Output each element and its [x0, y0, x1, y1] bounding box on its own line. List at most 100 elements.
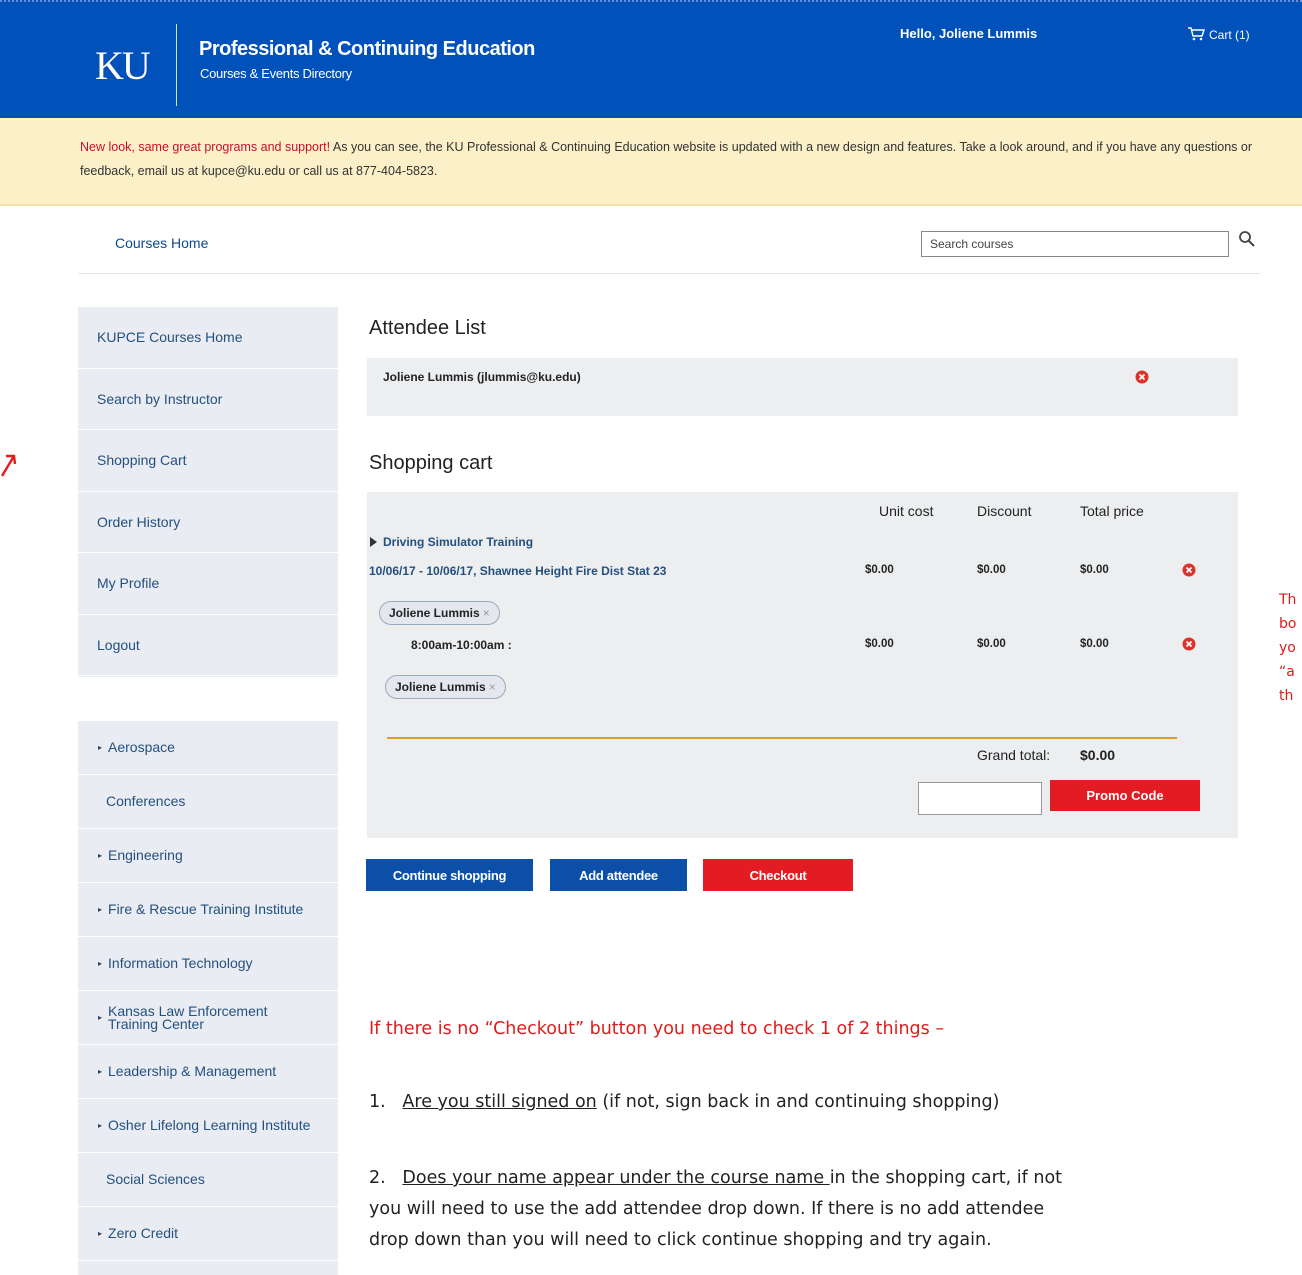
- item-underlined-text: Does your name appear under the course n…: [402, 1168, 830, 1188]
- announcement-banner: New look, same great programs and suppor…: [0, 118, 1302, 206]
- user-greeting[interactable]: Hello, Joliene Lummis: [900, 26, 1037, 41]
- course-unit-cost: $0.00: [865, 564, 894, 576]
- course-title-link[interactable]: Driving Simulator Training: [370, 535, 534, 549]
- instruction-intro: If there is no “Checkout” button you nee…: [369, 1019, 945, 1039]
- shopping-cart-panel: Unit cost Discount Total price Driving S…: [367, 492, 1238, 838]
- category-label: Social Sciences: [106, 1171, 205, 1187]
- category-conferences[interactable]: Conferences: [78, 775, 338, 829]
- side-note-line: yo: [1279, 640, 1296, 656]
- side-note-line: th: [1279, 688, 1294, 704]
- instruction-item-1: 1. Are you still signed on (if not, sign…: [369, 1092, 999, 1112]
- category-label: Aerospace: [108, 739, 175, 755]
- sidebar-item-order-history[interactable]: Order History: [78, 492, 338, 553]
- sidebar-item-courses-home[interactable]: KUPCE Courses Home: [78, 307, 338, 369]
- attendee-tag-label: Joliene Lummis: [395, 680, 486, 694]
- session-time: 8:00am-10:00am :: [411, 638, 512, 652]
- grand-total-label: Grand total:: [977, 747, 1051, 763]
- attendee-list-heading: Attendee List: [369, 317, 486, 339]
- discount-header: Discount: [977, 503, 1032, 519]
- expand-arrow-icon: ▸: [98, 1067, 103, 1076]
- sidebar-item-logout[interactable]: Logout: [78, 615, 338, 676]
- ku-logo[interactable]: KU: [95, 42, 151, 89]
- category-label: Fire & Rescue Training Institute: [108, 901, 304, 917]
- sidebar-item-search-instructor[interactable]: Search by Instructor: [78, 369, 338, 430]
- attendee-name: Joliene Lummis (jlummis@ku.edu): [383, 370, 581, 384]
- expand-arrow-icon: ▸: [98, 959, 103, 968]
- promo-code-input[interactable]: [918, 782, 1042, 815]
- expand-arrow-icon: ▸: [98, 743, 103, 752]
- category-label: Engineering: [108, 847, 183, 863]
- item-number: 2.: [369, 1168, 386, 1188]
- cart-icon: [1187, 26, 1205, 44]
- item-number: 1.: [369, 1092, 386, 1112]
- checkout-button[interactable]: Checkout: [703, 859, 853, 891]
- category-social-sciences[interactable]: Social Sciences: [78, 1153, 338, 1207]
- remove-tag-icon[interactable]: ×: [489, 680, 496, 694]
- session-discount: $0.00: [977, 638, 1006, 650]
- item-text-line3: drop down than you will need to click co…: [369, 1230, 992, 1250]
- item-underlined-text: Are you still signed on: [402, 1092, 597, 1112]
- sub-navigation: Courses Home Search courses: [78, 222, 1260, 274]
- attendee-list: Joliene Lummis (jlummis@ku.edu): [367, 358, 1238, 416]
- category-kansas-law-enforcement[interactable]: ▸ Kansas Law Enforcement Training Center: [78, 991, 338, 1045]
- courses-home-link[interactable]: Courses Home: [115, 235, 208, 251]
- expand-arrow-icon: ▸: [98, 1121, 103, 1130]
- course-discount: $0.00: [977, 564, 1006, 576]
- category-fire-rescue[interactable]: ▸ Fire & Rescue Training Institute: [78, 883, 338, 937]
- session-attendee-tag[interactable]: Joliene Lummis ×: [385, 675, 506, 699]
- side-note-line: bo: [1279, 616, 1297, 632]
- item-text: in the shopping cart, if not: [829, 1168, 1063, 1188]
- banner-highlight: New look, same great programs and suppor…: [80, 140, 331, 154]
- sidebar-item-shopping-cart[interactable]: Shopping Cart: [78, 430, 338, 492]
- expand-arrow-icon: ▸: [98, 1229, 103, 1238]
- logo-divider: [176, 24, 177, 106]
- search-icon[interactable]: [1238, 230, 1256, 253]
- course-total-price: $0.00: [1080, 564, 1109, 576]
- account-sidebar: KUPCE Courses Home Search by Instructor …: [78, 307, 338, 677]
- search-input[interactable]: Search courses: [921, 231, 1229, 257]
- category-aerospace[interactable]: ▸ Aerospace: [78, 721, 338, 775]
- remove-course-icon[interactable]: [1182, 563, 1196, 577]
- grand-total-value: $0.00: [1080, 747, 1116, 763]
- unit-cost-header: Unit cost: [879, 503, 934, 519]
- category-label: Zero Credit: [108, 1225, 179, 1241]
- add-attendee-button[interactable]: Add attendee: [550, 859, 687, 891]
- category-engineering[interactable]: ▸ Engineering: [78, 829, 338, 883]
- category-zero-credit[interactable]: ▸ Zero Credit: [78, 1207, 338, 1261]
- expand-arrow-icon: ▸: [98, 1013, 103, 1022]
- continue-shopping-button[interactable]: Continue shopping: [366, 859, 533, 891]
- total-price-header: Total price: [1080, 503, 1144, 519]
- category-label: Conferences: [106, 793, 186, 809]
- category-information-technology[interactable]: ▸ Information Technology: [78, 937, 338, 991]
- category-sidebar: ▸ Aerospace Conferences ▸ Engineering ▸ Fir…: [78, 721, 338, 1275]
- item-text-line2: you will need to use the add attendee dr…: [369, 1199, 1045, 1219]
- remove-attendee-icon[interactable]: [1135, 370, 1149, 384]
- shopping-cart-heading: Shopping cart: [369, 452, 493, 474]
- instruction-item-2: 2. Does your name appear under the cours…: [369, 1163, 1302, 1256]
- category-leadership[interactable]: ▸ Leadership & Management: [78, 1045, 338, 1099]
- category-label: Osher Lifelong Learning Institute: [108, 1117, 311, 1133]
- sidebar-item-my-profile[interactable]: My Profile: [78, 553, 338, 615]
- course-attendee-tag[interactable]: Joliene Lummis ×: [379, 601, 500, 625]
- category-label: Information Technology: [108, 955, 253, 971]
- remove-session-icon[interactable]: [1182, 637, 1196, 651]
- category-label: Kansas Law Enforcement Training Center: [108, 1002, 268, 1032]
- header-dotted-border: [0, 0, 1302, 6]
- expand-course-icon: [370, 537, 377, 547]
- remove-tag-icon[interactable]: ×: [483, 606, 490, 620]
- expand-arrow-icon: ▸: [98, 851, 103, 860]
- category-label: Leadership & Management: [108, 1063, 277, 1079]
- item-text: (if not, sign back in and continuing sho…: [596, 1092, 1000, 1112]
- promo-code-button[interactable]: Promo Code: [1050, 780, 1200, 811]
- side-note-line: Th: [1279, 592, 1297, 608]
- site-title[interactable]: Professional & Continuing Education: [199, 38, 535, 61]
- site-header: KU Professional & Continuing Education C…: [0, 0, 1302, 118]
- header-cart-link[interactable]: Cart (1): [1187, 26, 1250, 44]
- annotation-arrow-icon: [0, 454, 17, 477]
- course-title: Driving Simulator Training: [383, 535, 534, 549]
- course-date-location: 10/06/17 - 10/06/17, Shawnee Height Fire…: [369, 564, 667, 578]
- expand-arrow-icon: ▸: [98, 905, 103, 914]
- side-note-line: “a: [1279, 664, 1295, 680]
- category-osher[interactable]: ▸ Osher Lifelong Learning Institute: [78, 1099, 338, 1153]
- session-total-price: $0.00: [1080, 638, 1109, 650]
